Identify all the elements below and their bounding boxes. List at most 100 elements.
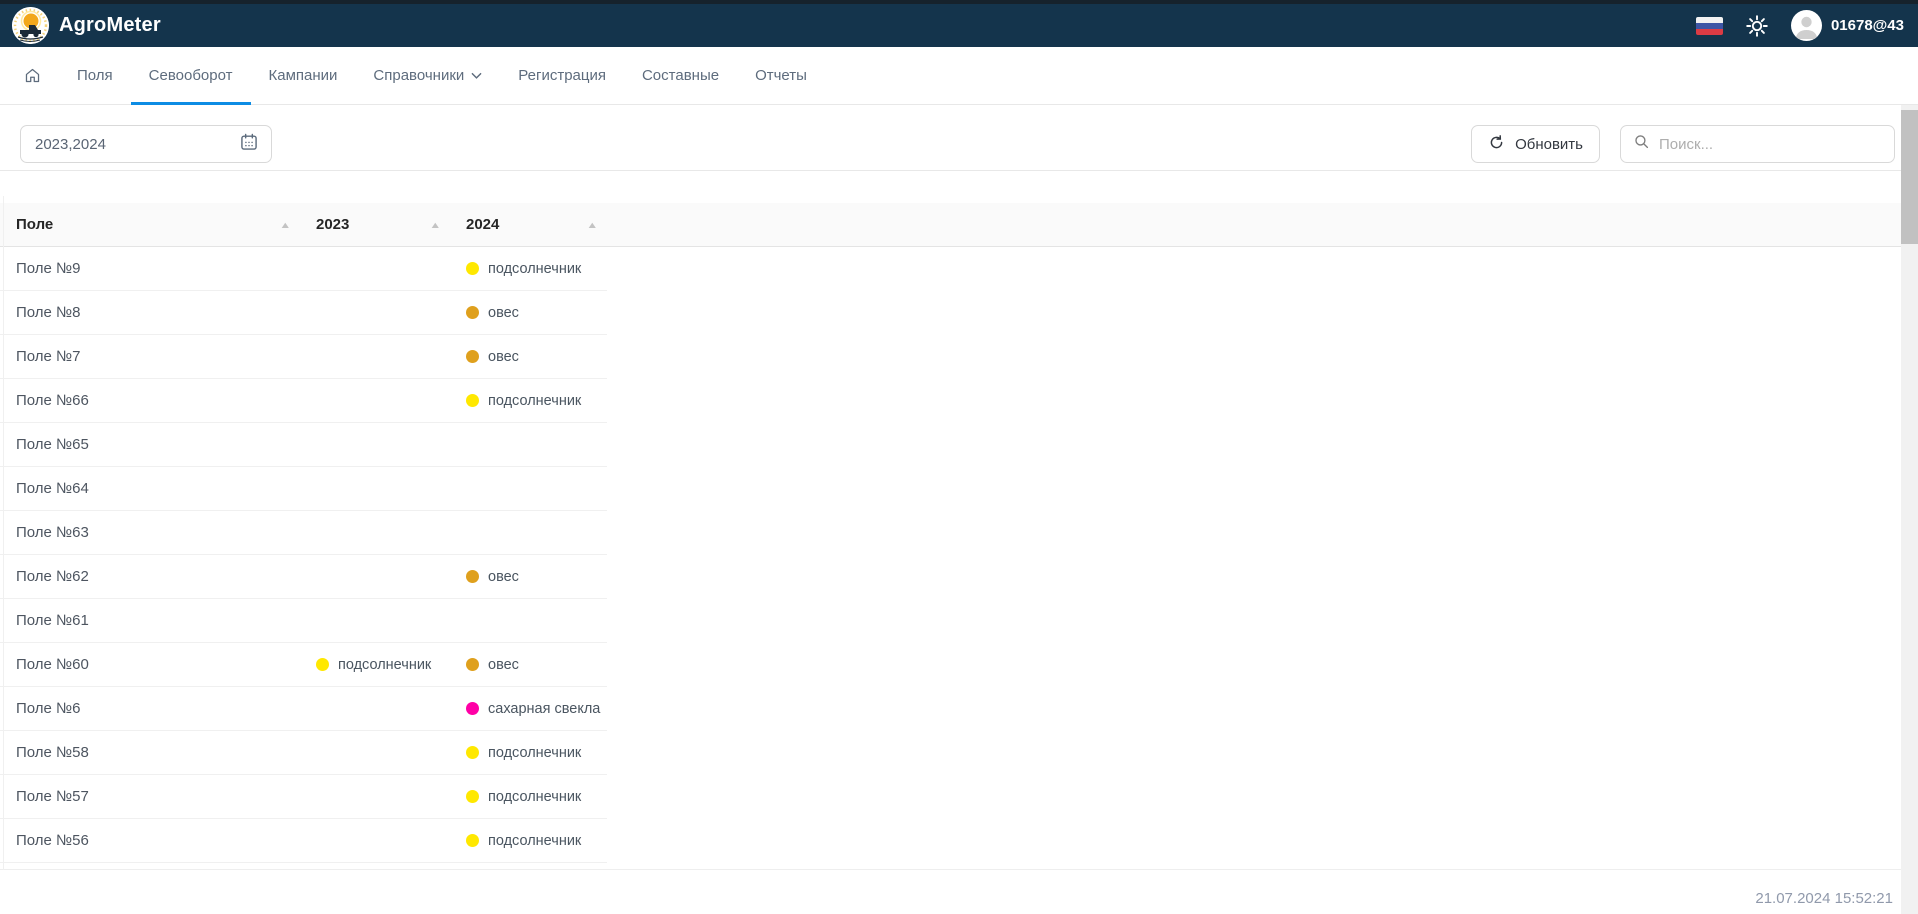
scrollbar-thumb[interactable] — [1901, 110, 1918, 244]
settings-gear-icon[interactable] — [1745, 14, 1769, 38]
crop-2024-cell: сахарная свекла — [450, 687, 607, 730]
content-left-edge — [3, 196, 4, 870]
crop-2024-cell: овес — [450, 335, 607, 378]
crop-color-dot — [316, 658, 329, 671]
table-row[interactable]: Поле №64 — [0, 467, 607, 511]
field-name-cell: Поле №63 — [0, 511, 300, 554]
user-menu[interactable]: 01678@43 — [1791, 10, 1904, 41]
field-name: Поле №61 — [16, 612, 89, 629]
header-right: 01678@43 — [1696, 10, 1904, 41]
field-name-cell: Поле №57 — [0, 775, 300, 818]
table-row[interactable]: Поле №6 сахарная свекла — [0, 687, 607, 731]
crop-2023-cell — [300, 467, 450, 510]
crop-label: подсолнечник — [488, 789, 581, 805]
spacer — [0, 171, 1918, 203]
crop-label: овес — [488, 569, 519, 585]
crop-2024-cell — [450, 423, 607, 466]
column-header-2023[interactable]: 2023 ▲ — [300, 203, 450, 246]
crop-2024-cell: подсолнечник — [450, 775, 607, 818]
column-header-field[interactable]: Поле ▲ — [0, 203, 300, 246]
field-name: Поле №8 — [16, 304, 81, 321]
year-filter-input[interactable]: 2023,2024 — [20, 125, 272, 163]
nav-tab-reports[interactable]: Отчеты — [737, 47, 825, 104]
crop-2024-cell: подсолнечник — [450, 379, 607, 422]
table-row[interactable]: Поле №9 подсолнечник — [0, 247, 607, 291]
sort-caret-icon[interactable]: ▲ — [416, 220, 442, 230]
field-name-cell: Поле №61 — [0, 599, 300, 642]
nav-tab-directories[interactable]: Справочники — [355, 47, 500, 104]
crop-2023-cell — [300, 687, 450, 730]
sort-caret-icon[interactable]: ▲ — [266, 220, 292, 230]
timestamp: 21.07.2024 15:52:21 — [1755, 890, 1893, 907]
header-left: AgroMeter — [12, 7, 161, 44]
table-row[interactable]: Поле №7 овес — [0, 335, 607, 379]
field-name: Поле №60 — [16, 656, 89, 673]
search-input[interactable] — [1659, 136, 1884, 153]
crop-2023-cell — [300, 731, 450, 774]
crop-color-dot — [466, 306, 479, 319]
nav-tab-registration[interactable]: Регистрация — [500, 47, 624, 104]
crop-2023-cell — [300, 599, 450, 642]
refresh-label: Обновить — [1515, 136, 1583, 153]
sort-caret-icon[interactable]: ▲ — [573, 220, 599, 230]
nav-tab-fields[interactable]: Поля — [59, 47, 131, 104]
table-row[interactable]: Поле №58 подсолнечник — [0, 731, 607, 775]
crop-label: подсолнечник — [488, 745, 581, 761]
field-name-cell: Поле №64 — [0, 467, 300, 510]
chevron-down-icon — [471, 72, 482, 80]
language-flag-ru-icon[interactable] — [1696, 17, 1723, 35]
crop-label: овес — [488, 305, 519, 321]
user-avatar-icon — [1791, 10, 1822, 41]
field-name: Поле №6 — [16, 700, 81, 717]
nav-tab-home[interactable] — [6, 47, 59, 104]
nav-tab-composites[interactable]: Составные — [624, 47, 737, 104]
table-row[interactable]: Поле №65 — [0, 423, 607, 467]
field-name: Поле №62 — [16, 568, 89, 585]
table-row[interactable]: Поле №61 — [0, 599, 607, 643]
table-row[interactable]: Поле №57 подсолнечник — [0, 775, 607, 819]
app-logo-icon[interactable] — [12, 7, 49, 44]
column-header-2024[interactable]: 2024 ▲ — [450, 203, 607, 246]
crop-2024-cell — [450, 511, 607, 554]
column-header-label: 2024 — [466, 216, 499, 233]
table-row[interactable]: Поле №8 овес — [0, 291, 607, 335]
field-name: Поле №7 — [16, 348, 81, 365]
nav-tab-label: Отчеты — [755, 67, 807, 84]
field-name-cell: Поле №8 — [0, 291, 300, 334]
field-name-cell: Поле №6 — [0, 687, 300, 730]
field-name-cell: Поле №56 — [0, 819, 300, 862]
crop-label: подсолнечник — [488, 261, 581, 277]
crop-2023-cell — [300, 511, 450, 554]
main-nav: Поля Севооборот Кампании Справочники Рег… — [0, 47, 1918, 105]
nav-tab-crop-rotation[interactable]: Севооборот — [131, 47, 251, 104]
field-name: Поле №9 — [16, 260, 81, 277]
app-title: AgroMeter — [59, 14, 161, 37]
table-row[interactable]: Поле №60 подсолнечник овес — [0, 643, 607, 687]
field-name-cell: Поле №7 — [0, 335, 300, 378]
field-name-cell: Поле №65 — [0, 423, 300, 466]
table-row[interactable]: Поле №63 — [0, 511, 607, 555]
table-header-row: Поле ▲ 2023 ▲ 2024 ▲ — [0, 203, 1901, 247]
crop-2024-cell: овес — [450, 643, 607, 686]
nav-tab-label: Составные — [642, 67, 719, 84]
crop-2023-cell — [300, 423, 450, 466]
vertical-scrollbar[interactable] — [1901, 105, 1918, 914]
field-name: Поле №66 — [16, 392, 89, 409]
crop-2023-cell — [300, 247, 450, 290]
crop-color-dot — [466, 702, 479, 715]
calendar-icon[interactable] — [239, 132, 259, 157]
filter-bar: 2023,2024 Обновить — [0, 105, 1918, 171]
crop-2023-cell — [300, 379, 450, 422]
refresh-button[interactable]: Обновить — [1471, 125, 1600, 163]
year-filter-value: 2023,2024 — [35, 136, 239, 153]
home-icon — [24, 67, 41, 84]
table-row[interactable]: Поле №62 овес — [0, 555, 607, 599]
table-row[interactable]: Поле №66 подсолнечник — [0, 379, 607, 423]
field-name-cell: Поле №62 — [0, 555, 300, 598]
crop-color-dot — [466, 262, 479, 275]
table-row[interactable]: Поле №56 подсолнечник — [0, 819, 607, 863]
nav-tab-campaigns[interactable]: Кампании — [251, 47, 356, 104]
crop-color-dot — [466, 570, 479, 583]
crop-2024-cell: подсолнечник — [450, 247, 607, 290]
nav-tab-label: Регистрация — [518, 67, 606, 84]
